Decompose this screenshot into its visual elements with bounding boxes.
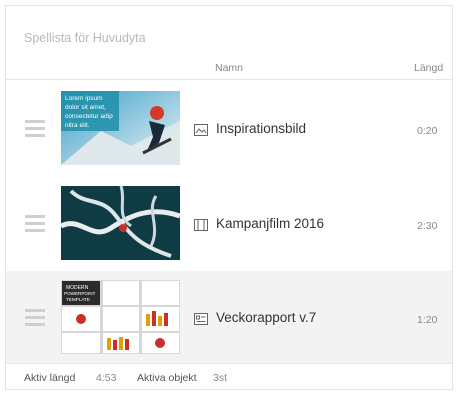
- thumb-text-line: dolor sit amet,: [65, 104, 106, 111]
- thumb-text-line: POWERPOINT: [64, 291, 96, 296]
- playlist-footer: Aktiv längd 4:53 Aktiva objekt 3st: [6, 364, 452, 389]
- active-items-value: 3st: [213, 372, 228, 384]
- item-name: Veckorapport v.7: [216, 310, 317, 325]
- active-length-label: Aktiv längd: [24, 372, 76, 384]
- item-length: 0:20: [417, 125, 438, 137]
- item-length: 2:30: [417, 220, 438, 232]
- column-header-length[interactable]: Längd: [414, 62, 443, 74]
- thumbnail-presentation: MODERN POWERPOINT TEMPLATE: [61, 280, 180, 354]
- active-length-value: 4:53: [96, 372, 117, 384]
- playlist-panel: Spellista för Huvudyta Namn Längd Lorem …: [5, 5, 453, 390]
- thumbnail-image: Lorem ipsum dolor sit amet, consectetur …: [61, 91, 180, 165]
- video-icon: [194, 218, 208, 231]
- header-divider: [6, 79, 452, 80]
- playlist-row[interactable]: Lorem ipsum dolor sit amet, consectetur …: [6, 82, 452, 178]
- playlist-title: Spellista för Huvudyta: [24, 31, 146, 45]
- active-items-label: Aktiva objekt: [137, 372, 197, 384]
- drag-handle-icon[interactable]: [25, 215, 45, 233]
- thumb-text-line: Lorem ipsum: [65, 95, 103, 102]
- thumb-text-line: TEMPLATE: [66, 297, 90, 302]
- thumbnail-video: [61, 186, 180, 260]
- thumb-text-line: nitra elit.: [65, 122, 90, 129]
- presentation-icon: [194, 312, 208, 325]
- thumb-text-line: consectetur adip: [65, 113, 113, 120]
- drag-handle-icon[interactable]: [25, 309, 45, 327]
- image-icon: [194, 123, 208, 136]
- drag-handle-icon[interactable]: [25, 120, 45, 138]
- column-header-name[interactable]: Namn: [215, 62, 243, 74]
- playlist-row[interactable]: MODERN POWERPOINT TEMPLATE Veckorapport …: [6, 271, 452, 364]
- item-length: 1:20: [417, 314, 438, 326]
- item-name: Inspirationsbild: [216, 121, 307, 136]
- item-name: Kampanjfilm 2016: [216, 216, 325, 231]
- playlist-row[interactable]: Kampanjfilm 2016 2:30: [6, 177, 452, 273]
